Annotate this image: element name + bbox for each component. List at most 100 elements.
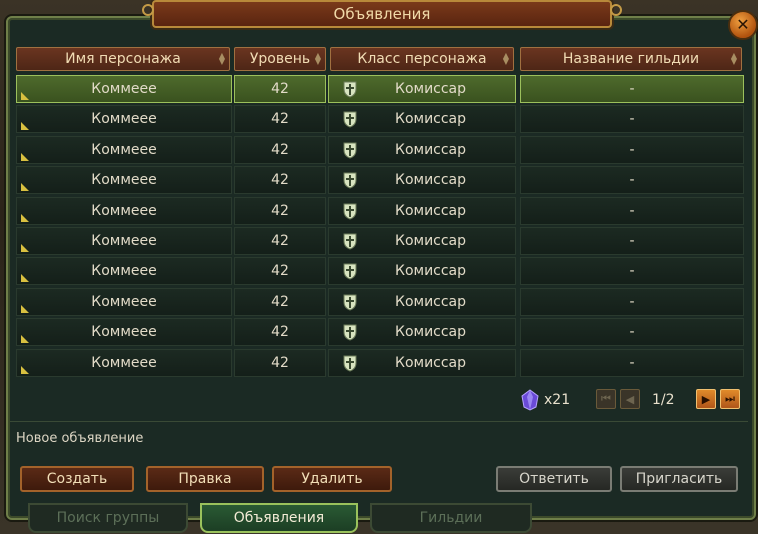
tab-guilds[interactable]: Гильдии [370, 503, 532, 533]
first-page-icon: ⏮ [601, 392, 611, 405]
cell-class: Комиссар [328, 135, 516, 164]
table-row[interactable]: Коммеее 42 Комиссар - [14, 318, 744, 347]
character-name: Коммеее [91, 111, 157, 128]
cell-class: Комиссар [328, 257, 516, 286]
cell-level: 42 [234, 318, 326, 347]
column-header-label: Класс персонажа [357, 51, 487, 67]
cell-guild: - [520, 75, 744, 103]
row-marker-icon [21, 152, 29, 161]
cell-guild: - [520, 135, 744, 164]
table-row[interactable]: Коммеее 42 Комиссар - [14, 166, 744, 195]
cell-character-name: Коммеее [16, 75, 232, 103]
character-class: Комиссар [395, 324, 467, 341]
guild-name: - [629, 263, 635, 280]
window-title-bar: Объявления [142, 0, 622, 28]
table-row[interactable]: Коммеее 42 Комиссар - [14, 287, 744, 316]
reply-button[interactable]: Ответить [496, 466, 612, 492]
cell-character-name: Коммеее [16, 257, 232, 286]
cell-level: 42 [234, 75, 326, 103]
sort-arrows-icon: ▲ ▼ [502, 51, 509, 66]
character-class: Комиссар [395, 263, 467, 280]
row-marker-icon [21, 122, 29, 131]
character-class: Комиссар [395, 233, 467, 249]
cell-character-name: Коммеее [16, 227, 232, 255]
column-header-level[interactable]: Уровень ▲ ▼ [234, 47, 326, 71]
close-button[interactable]: ✕ [728, 10, 758, 40]
character-level: 42 [271, 172, 289, 189]
invite-button[interactable]: Пригласить [620, 466, 738, 492]
cell-character-name: Коммеее [16, 348, 232, 377]
table-row[interactable]: Коммеее 42 Комиссар - [14, 196, 744, 225]
column-header-guild[interactable]: Название гильдии ▲ ▼ [520, 47, 742, 71]
guild-name: - [629, 324, 635, 341]
create-button[interactable]: Создать [20, 466, 134, 492]
character-level: 42 [271, 233, 289, 249]
cell-level: 42 [234, 166, 326, 195]
commissar-class-icon [343, 81, 357, 98]
cell-character-name: Коммеее [16, 318, 232, 347]
edit-button[interactable]: Правка [146, 466, 264, 492]
character-name: Коммеее [91, 324, 157, 341]
column-header-character-name[interactable]: Имя персонажа ▲ ▼ [16, 47, 230, 71]
last-page-button[interactable]: ⏭ [720, 389, 740, 409]
delete-button[interactable]: Удалить [272, 466, 392, 492]
character-level: 42 [271, 202, 289, 219]
table-row[interactable]: Коммеее 42 Комиссар - [14, 75, 744, 103]
column-header-label: Уровень [249, 51, 311, 67]
column-header-class[interactable]: Класс персонажа ▲ ▼ [330, 47, 514, 71]
sort-arrows-icon: ▲ ▼ [218, 51, 225, 66]
cell-guild: - [520, 166, 744, 195]
cell-level: 42 [234, 348, 326, 377]
row-marker-icon [21, 213, 29, 222]
tab-announcements[interactable]: Объявления [200, 503, 358, 533]
table-row[interactable]: Коммеее 42 Комиссар - [14, 257, 744, 286]
cell-guild: - [520, 227, 744, 255]
prev-page-button[interactable]: ◀ [620, 389, 640, 409]
first-page-button[interactable]: ⏮ [596, 389, 616, 409]
character-name: Коммеее [91, 354, 157, 371]
row-marker-icon [21, 274, 29, 283]
character-name: Коммеее [91, 293, 157, 310]
prev-page-icon: ◀ [625, 392, 635, 406]
close-icon: ✕ [736, 15, 750, 34]
cell-level: 42 [234, 105, 326, 134]
guild-name: - [629, 202, 635, 219]
character-class: Комиссар [395, 81, 467, 97]
row-marker-icon [21, 183, 29, 192]
column-header-label: Имя персонажа [65, 51, 181, 67]
character-name: Коммеее [91, 141, 157, 158]
cell-level: 42 [234, 257, 326, 286]
guild-name: - [629, 354, 635, 371]
guild-name: - [629, 81, 635, 97]
cell-guild: - [520, 196, 744, 225]
character-name: Коммеее [91, 202, 157, 219]
character-level: 42 [271, 111, 289, 128]
character-class: Комиссар [395, 111, 467, 128]
table-row[interactable]: Коммеее 42 Комиссар - [14, 105, 744, 134]
commissar-class-icon [343, 233, 357, 250]
row-marker-icon [21, 365, 29, 374]
character-level: 42 [271, 141, 289, 158]
cell-guild: - [520, 257, 744, 286]
currency-display: x21 [520, 389, 570, 411]
character-name: Коммеее [91, 233, 157, 249]
character-level: 42 [271, 293, 289, 310]
table-row[interactable]: Коммеее 42 Комиссар - [14, 135, 744, 164]
tab-group-search[interactable]: Поиск группы [28, 503, 188, 533]
character-level: 42 [271, 263, 289, 280]
next-page-button[interactable]: ▶ [696, 389, 716, 409]
commissar-class-icon [343, 111, 357, 128]
cell-class: Комиссар [328, 287, 516, 316]
row-marker-icon [21, 304, 29, 313]
cell-level: 42 [234, 196, 326, 225]
table-row[interactable]: Коммеее 42 Комиссар - [14, 227, 744, 255]
table-row[interactable]: Коммеее 42 Комиссар - [14, 348, 744, 377]
next-page-icon: ▶ [701, 392, 711, 406]
row-marker-icon [21, 244, 29, 252]
commissar-class-icon [343, 263, 357, 280]
commissar-class-icon [343, 172, 357, 189]
character-class: Комиссар [395, 172, 467, 189]
character-name: Коммеее [91, 172, 157, 189]
guild-name: - [629, 233, 635, 249]
character-level: 42 [271, 81, 289, 97]
